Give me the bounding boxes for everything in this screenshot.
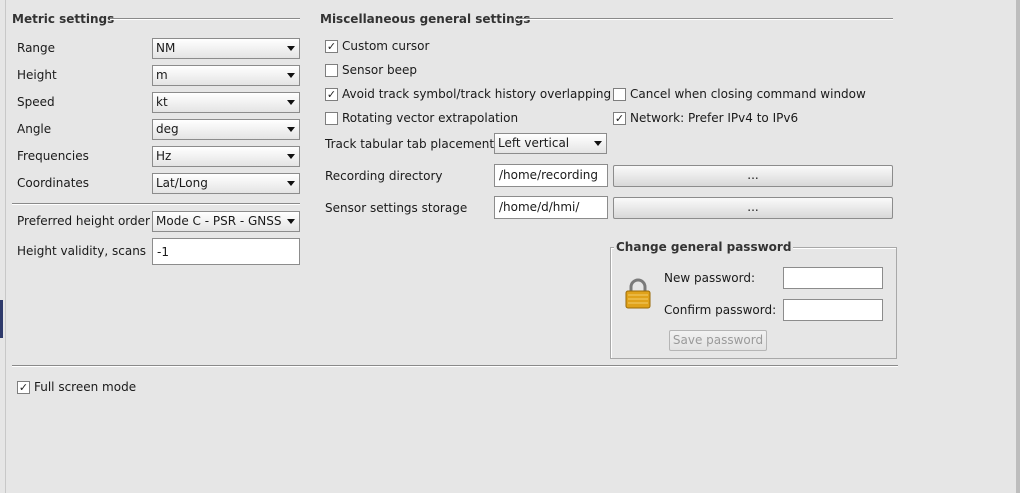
recording-directory-label: Recording directory: [325, 169, 443, 183]
metric-separator: [12, 203, 300, 205]
range-label: Range: [17, 41, 56, 55]
avoid-overlap-checkbox[interactable]: ✓: [325, 88, 338, 101]
save-password-button[interactable]: Save password: [669, 330, 767, 351]
custom-cursor-label: Custom cursor: [342, 39, 430, 53]
cancel-closing-checkbox[interactable]: [613, 88, 626, 101]
confirm-password-input[interactable]: [783, 299, 883, 321]
metric-settings-title: Metric settings: [12, 12, 115, 26]
chevron-down-icon: [287, 46, 295, 51]
chevron-down-icon: [287, 73, 295, 78]
speed-select[interactable]: kt: [152, 92, 300, 113]
custom-cursor-checkbox[interactable]: ✓: [325, 40, 338, 53]
network-ipv4-label: Network: Prefer IPv4 to IPv6: [630, 111, 799, 125]
height-label: Height: [17, 68, 57, 82]
frequencies-label: Frequencies: [17, 149, 89, 163]
preferred-height-order-value: Mode C - PSR - GNSS: [156, 214, 282, 228]
height-select-value: m: [156, 68, 168, 82]
rotating-vector-checkbox[interactable]: [325, 112, 338, 125]
tab-placement-select[interactable]: Left vertical: [494, 133, 607, 154]
speed-label: Speed: [17, 95, 55, 109]
lock-icon: [624, 278, 652, 310]
coordinates-select[interactable]: Lat/Long: [152, 173, 300, 194]
chevron-down-icon: [287, 100, 295, 105]
full-screen-label: Full screen mode: [34, 380, 137, 394]
full-screen-checkbox[interactable]: ✓: [17, 381, 30, 394]
chevron-down-icon: [287, 154, 295, 159]
angle-select[interactable]: deg: [152, 119, 300, 140]
sensor-storage-label: Sensor settings storage: [325, 201, 468, 215]
sensor-beep-checkbox[interactable]: [325, 64, 338, 77]
network-ipv4-checkbox[interactable]: ✓: [613, 112, 626, 125]
window-edge-marker: [0, 300, 3, 338]
sensor-storage-input[interactable]: /home/d/hmi/: [494, 196, 608, 219]
recording-directory-browse-button[interactable]: ...: [613, 165, 893, 187]
angle-label: Angle: [17, 122, 52, 136]
coordinates-select-value: Lat/Long: [156, 176, 208, 190]
new-password-input[interactable]: [783, 267, 883, 289]
coordinates-label: Coordinates: [17, 176, 90, 190]
range-select[interactable]: NM: [152, 38, 300, 59]
speed-select-value: kt: [156, 95, 168, 109]
confirm-password-label: Confirm password:: [664, 303, 777, 317]
tab-placement-value: Left vertical: [498, 136, 570, 150]
chevron-down-icon: [287, 181, 295, 186]
preferred-height-order-label: Preferred height order: [17, 214, 150, 228]
bottom-separator: [12, 365, 898, 367]
vertical-scrollbar[interactable]: [1016, 0, 1020, 493]
rotating-vector-label: Rotating vector extrapolation: [342, 111, 519, 125]
cancel-closing-label: Cancel when closing command window: [630, 87, 866, 101]
height-validity-input[interactable]: -1: [152, 238, 300, 265]
misc-settings-title: Miscellaneous general settings: [320, 12, 531, 26]
frequencies-select-value: Hz: [156, 149, 172, 163]
avoid-overlap-label: Avoid track symbol/track history overlap…: [342, 87, 612, 101]
metric-title-separator: [110, 18, 300, 20]
sensor-storage-browse-button[interactable]: ...: [613, 197, 893, 219]
height-select[interactable]: m: [152, 65, 300, 86]
password-group-title: Change general password: [614, 240, 794, 254]
chevron-down-icon: [287, 219, 295, 224]
sensor-beep-label: Sensor beep: [342, 63, 417, 77]
chevron-down-icon: [287, 127, 295, 132]
height-validity-label: Height validity, scans: [17, 244, 147, 258]
angle-select-value: deg: [156, 122, 179, 136]
recording-directory-input[interactable]: /home/recording: [494, 164, 608, 187]
tab-placement-label: Track tabular tab placement: [325, 137, 495, 151]
new-password-label: New password:: [664, 271, 756, 285]
misc-title-separator: [516, 18, 893, 20]
frequencies-select[interactable]: Hz: [152, 146, 300, 167]
preferred-height-order-select[interactable]: Mode C - PSR - GNSS: [152, 211, 300, 232]
chevron-down-icon: [594, 141, 602, 146]
range-select-value: NM: [156, 41, 176, 55]
